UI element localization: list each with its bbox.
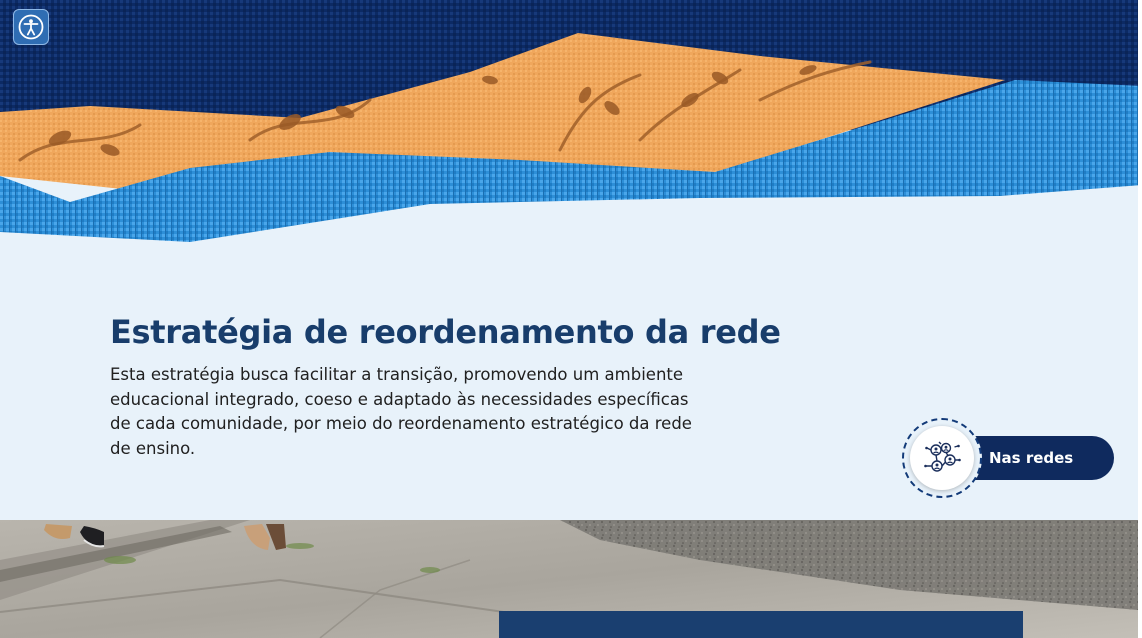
page-edge xyxy=(1138,0,1142,638)
page-description: Esta estratégia busca facilitar a transi… xyxy=(110,365,692,458)
accessibility-icon xyxy=(18,14,44,40)
social-networks-badge-inner xyxy=(910,426,974,490)
hero-fabric-banner xyxy=(0,0,1142,250)
social-networks-badge[interactable] xyxy=(902,418,982,498)
bottom-panel xyxy=(499,611,1023,638)
social-networks-button[interactable]: Nas redes xyxy=(902,418,1114,498)
page: Estratégia de reordenamento da rede Esta… xyxy=(0,0,1142,638)
page-title: Estratégia de reordenamento da rede xyxy=(110,313,781,351)
hero-content: Estratégia de reordenamento da rede Esta… xyxy=(110,312,781,461)
social-networks-label: Nas redes xyxy=(989,449,1074,467)
network-people-icon xyxy=(924,441,961,472)
accessibility-button[interactable] xyxy=(13,9,49,45)
